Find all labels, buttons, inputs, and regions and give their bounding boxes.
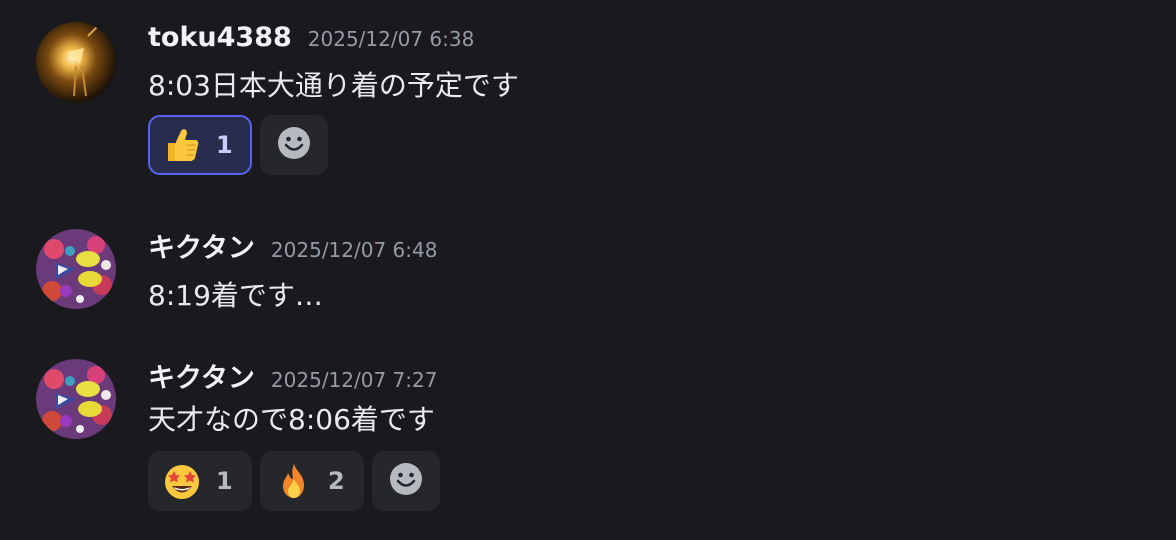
reaction-thumbs-up[interactable]: 1 bbox=[148, 115, 252, 175]
kaleidoscope-avatar-icon bbox=[36, 359, 116, 439]
avatar-toku4388[interactable] bbox=[36, 22, 116, 102]
star-struck-icon bbox=[162, 461, 202, 501]
message-header: キクタン 2025/12/07 7:27 bbox=[148, 356, 437, 396]
message-header: キクタン 2025/12/07 6:48 bbox=[148, 226, 437, 266]
reaction-count: 2 bbox=[328, 467, 345, 495]
avatar-kikutan[interactable] bbox=[36, 229, 116, 309]
message-header: toku4388 2025/12/07 6:38 bbox=[148, 22, 474, 62]
message-content: 8:03日本大通り着の予定です bbox=[148, 69, 519, 102]
smiley-icon bbox=[389, 462, 423, 500]
reaction-star-struck[interactable]: 1 bbox=[148, 451, 252, 511]
reaction-count: 1 bbox=[216, 467, 233, 495]
message-content: 8:19着です… bbox=[148, 279, 323, 312]
message-content: 天才なので8:06着です bbox=[148, 403, 435, 436]
timestamp[interactable]: 2025/12/07 6:38 bbox=[308, 27, 475, 51]
reactions-bar: 1 2 bbox=[148, 451, 440, 511]
avatar-kikutan[interactable] bbox=[36, 359, 116, 439]
add-reaction-button[interactable] bbox=[260, 115, 328, 175]
username[interactable]: キクタン bbox=[148, 226, 255, 265]
timestamp[interactable]: 2025/12/07 7:27 bbox=[271, 368, 438, 392]
reaction-fire[interactable]: 2 bbox=[260, 451, 364, 511]
lightbulb-avatar-icon bbox=[36, 22, 116, 102]
add-reaction-button[interactable] bbox=[372, 451, 440, 511]
kaleidoscope-avatar-icon bbox=[36, 229, 116, 309]
timestamp[interactable]: 2025/12/07 6:48 bbox=[271, 238, 438, 262]
username[interactable]: キクタン bbox=[148, 356, 255, 395]
username[interactable]: toku4388 bbox=[148, 22, 292, 53]
smiley-icon bbox=[277, 126, 311, 164]
reactions-bar: 1 bbox=[148, 115, 328, 175]
fire-icon bbox=[274, 461, 314, 501]
thumbs-up-icon bbox=[162, 125, 202, 165]
reaction-count: 1 bbox=[216, 131, 233, 159]
